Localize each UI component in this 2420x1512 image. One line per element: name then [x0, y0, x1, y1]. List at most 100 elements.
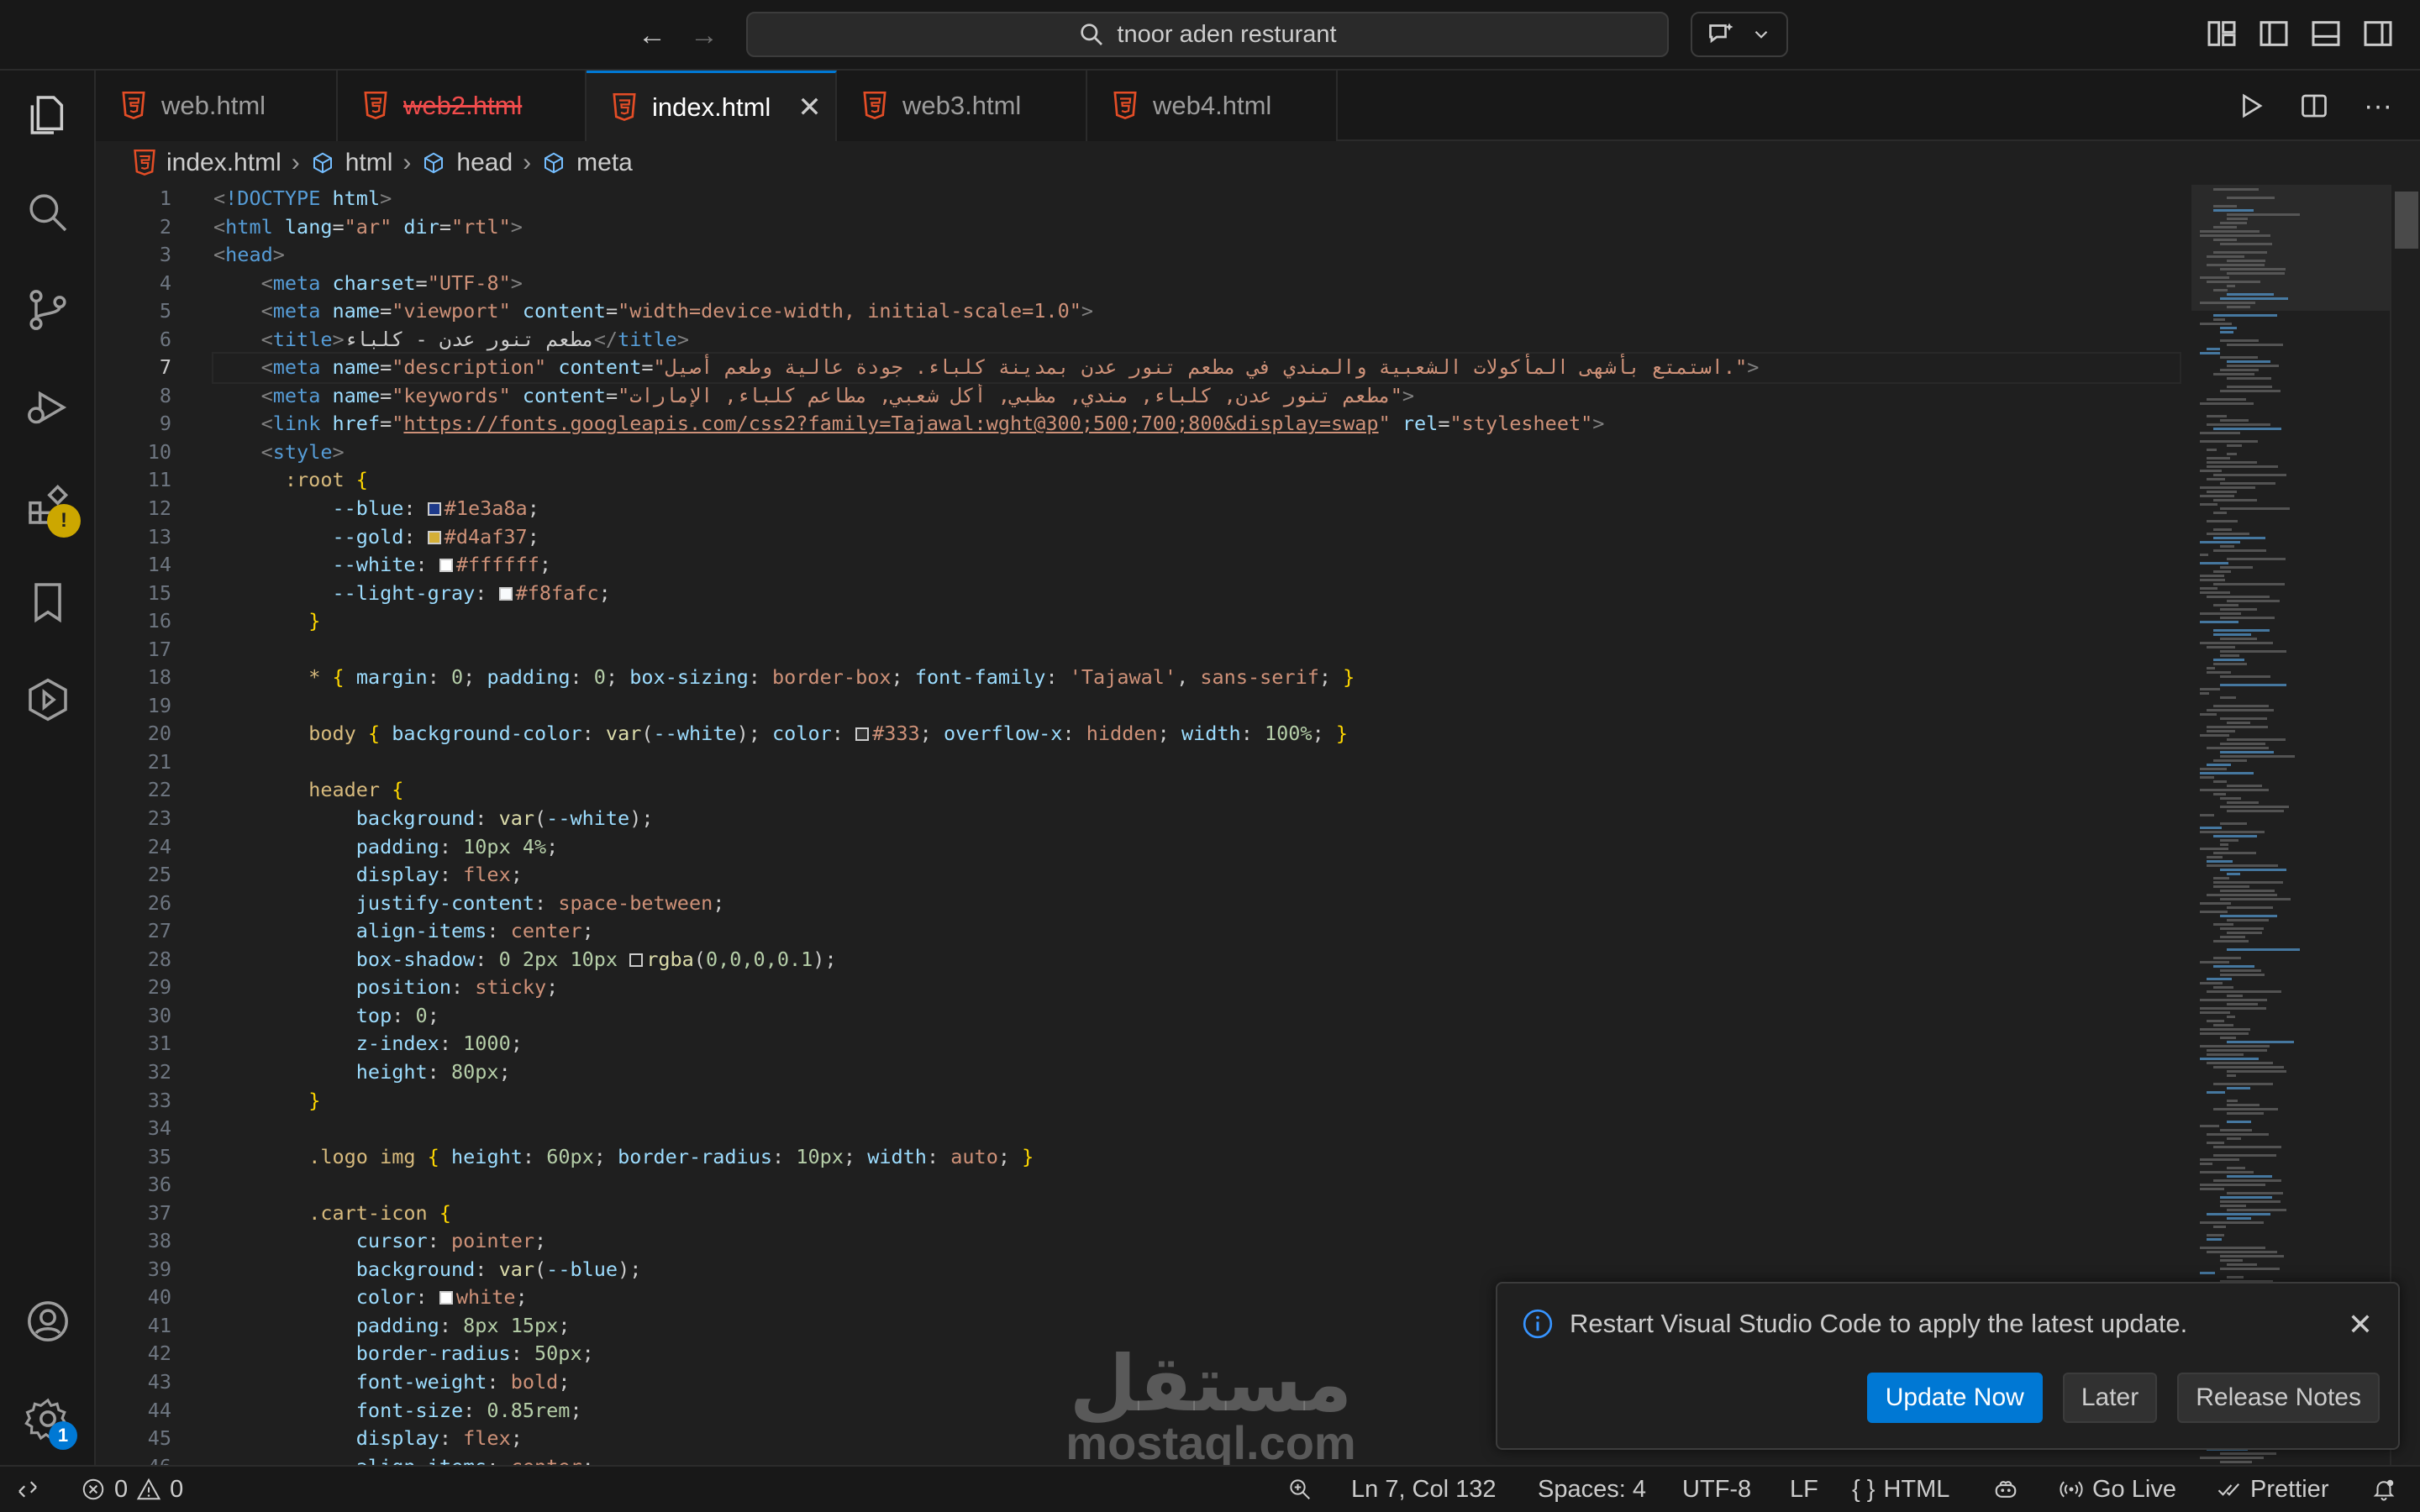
minimap-slider[interactable] — [2191, 185, 2390, 311]
minimap-line — [2207, 533, 2249, 535]
command-center-search[interactable]: tnoor aden resturant — [746, 12, 1669, 57]
code-line[interactable]: z-index: 1000; — [213, 1030, 2180, 1058]
cursor-position[interactable]: Ln 7, Col 132 — [1351, 1467, 1497, 1512]
later-button[interactable]: Later — [2062, 1373, 2158, 1423]
code-line[interactable]: <head> — [213, 241, 2180, 270]
code-line[interactable] — [213, 636, 2180, 664]
minimap-line — [2213, 499, 2257, 501]
color-swatch-white[interactable] — [439, 1291, 453, 1305]
code-line[interactable]: --gold: #d4af37; — [213, 523, 2180, 552]
color-swatch-light-gray[interactable] — [498, 586, 513, 601]
arrow-right-icon[interactable]: → — [686, 17, 723, 54]
code-line[interactable] — [213, 1115, 2180, 1143]
color-swatch-white[interactable] — [439, 559, 453, 573]
code-line[interactable]: <html lang="ar" dir="rtl"> — [213, 213, 2180, 242]
vertical-scrollbar[interactable] — [2390, 185, 2420, 1465]
indentation[interactable]: Spaces: 4 — [1538, 1467, 1646, 1512]
code-line[interactable]: header { — [213, 776, 2180, 805]
code-line[interactable] — [213, 692, 2180, 721]
search-icon[interactable] — [24, 188, 72, 237]
run-play-icon[interactable] — [2233, 87, 2267, 124]
prettier-status[interactable]: Prettier — [2217, 1467, 2328, 1512]
code-line[interactable]: <meta name="keywords" content="مطعم تنور… — [213, 382, 2180, 411]
code-line[interactable]: background: var(--white); — [213, 805, 2180, 833]
code-line[interactable]: * { margin: 0; padding: 0; box-sizing: b… — [213, 664, 2180, 692]
breadcrumb-meta[interactable]: meta — [541, 149, 633, 177]
code-line[interactable]: height: 80px; — [213, 1058, 2180, 1087]
code-line[interactable]: --light-gray: #f8fafc; — [213, 580, 2180, 608]
arrow-left-icon[interactable]: ← — [634, 17, 671, 54]
close-icon[interactable]: ✕ — [2348, 1307, 2373, 1342]
code-line[interactable]: } — [213, 607, 2180, 636]
zoom-icon[interactable] — [1287, 1467, 1313, 1512]
code-line[interactable]: <link href="https://fonts.googleapis.com… — [213, 410, 2180, 438]
breadcrumb-head[interactable]: head — [421, 149, 513, 177]
copilot-icon[interactable] — [1993, 1467, 2018, 1512]
code-line-active[interactable]: <meta name="description" content="استمتع… — [212, 352, 2181, 384]
code-line[interactable] — [213, 1171, 2180, 1200]
source-control-icon[interactable] — [24, 286, 72, 334]
toggle-panel-icon[interactable] — [2309, 17, 2343, 50]
more-actions-icon[interactable]: ··· — [2361, 87, 2395, 124]
release-notes-button[interactable]: Release Notes — [2177, 1373, 2380, 1423]
bell-icon[interactable] — [2371, 1467, 2396, 1512]
split-editor-icon[interactable] — [2297, 87, 2331, 124]
tab-index-html[interactable]: index.html ✕ — [587, 71, 837, 141]
end-of-line[interactable]: LF — [1790, 1467, 1818, 1512]
breadcrumb-html[interactable]: html — [310, 149, 392, 177]
go-live-button[interactable]: Go Live — [2059, 1467, 2176, 1512]
code-line[interactable]: <meta charset="UTF-8"> — [213, 270, 2180, 298]
tab-web2-html[interactable]: web2.html — [338, 71, 587, 141]
toggle-secondary-sidebar-icon[interactable] — [2361, 17, 2395, 50]
update-now-button[interactable]: Update Now — [1866, 1373, 2043, 1423]
language-mode[interactable]: { } HTML — [1852, 1467, 1949, 1512]
tab-web3-html[interactable]: web3.html — [837, 71, 1087, 141]
tab-web-html[interactable]: web.html — [96, 71, 338, 141]
code-line[interactable]: --white: #ffffff; — [213, 551, 2180, 580]
code-line[interactable]: .logo img { height: 60px; border-radius:… — [213, 1143, 2180, 1172]
toggle-primary-sidebar-icon[interactable] — [2257, 17, 2291, 50]
code-line[interactable]: padding: 10px 4%; — [213, 833, 2180, 862]
close-icon[interactable]: ✕ — [797, 91, 822, 124]
remote-indicator-icon[interactable] — [15, 1467, 40, 1512]
code-line[interactable]: position: sticky; — [213, 974, 2180, 1002]
color-swatch-blue[interactable] — [427, 502, 441, 517]
code-editor[interactable]: 1 2 3 4 5 6 7 8 9 10 11 12 13 14 15 16 17 18 19 20 21 22 23 24 2… — [96, 185, 2191, 1465]
code-line[interactable]: box-shadow: 0 2px 10px rgba(0,0,0,0.1); — [213, 946, 2180, 974]
code-line[interactable]: justify-content: space-between; — [213, 890, 2180, 918]
code-lines[interactable]: <!DOCTYPE html> <html lang="ar" dir="rtl… — [212, 185, 2181, 1465]
explorer-icon[interactable] — [24, 91, 72, 139]
code-line[interactable]: background: var(--blue); — [213, 1256, 2180, 1284]
bookmark-icon[interactable] — [24, 578, 72, 627]
file-encoding[interactable]: UTF-8 — [1682, 1467, 1751, 1512]
extensions-icon[interactable]: ! — [24, 480, 81, 538]
code-line[interactable]: :root { — [213, 466, 2180, 495]
copilot-chat-button[interactable] — [1691, 12, 1788, 57]
run-debug-icon[interactable] — [24, 383, 72, 432]
code-line[interactable]: <title>مطعم تنور عدن - كلباء</title> — [213, 326, 2180, 354]
scrollbar-thumb[interactable] — [2395, 192, 2418, 249]
problems-indicator[interactable]: 0 0 — [81, 1467, 183, 1512]
code-line[interactable]: display: flex; — [213, 861, 2180, 890]
code-line[interactable]: <!DOCTYPE html> — [213, 185, 2180, 213]
code-line[interactable]: cursor: pointer; — [213, 1227, 2180, 1256]
code-line[interactable]: <meta name="viewport" content="width=dev… — [213, 297, 2180, 326]
color-swatch-text[interactable] — [855, 727, 870, 742]
gear-icon[interactable]: 1 — [24, 1394, 77, 1450]
tab-web4-html[interactable]: web4.html — [1087, 71, 1338, 141]
account-icon[interactable] — [24, 1297, 72, 1346]
code-line[interactable]: .cart-icon { — [213, 1200, 2180, 1228]
color-swatch-shadow[interactable] — [629, 953, 644, 967]
code-line[interactable] — [213, 748, 2180, 777]
code-line[interactable]: top: 0; — [213, 1002, 2180, 1031]
breadcrumb-file[interactable]: index.html — [133, 149, 281, 177]
live-preview-icon[interactable] — [24, 675, 72, 724]
code-line[interactable]: } — [213, 1087, 2180, 1116]
color-swatch-gold[interactable] — [427, 530, 441, 544]
code-line[interactable]: <style> — [213, 438, 2180, 467]
minimap[interactable] — [2191, 185, 2390, 1465]
code-line[interactable]: align-items: center; — [213, 917, 2180, 946]
code-line[interactable]: body { background-color: var(--white); c… — [213, 720, 2180, 748]
code-line[interactable]: --blue: #1e3a8a; — [213, 495, 2180, 523]
customize-layout-icon[interactable] — [2205, 17, 2238, 50]
